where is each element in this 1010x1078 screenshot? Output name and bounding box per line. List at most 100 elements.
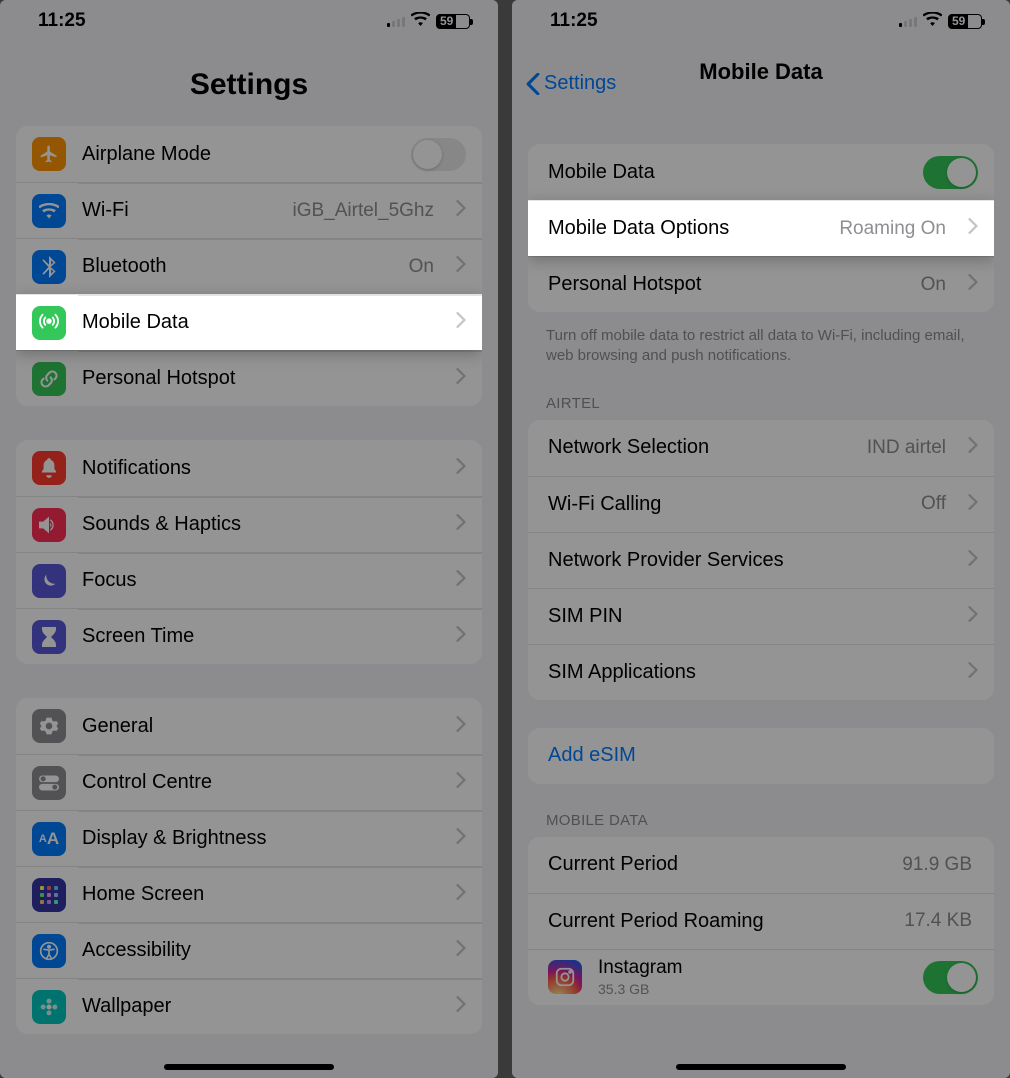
mobile-data-options-row[interactable]: Mobile Data Options Roaming On xyxy=(528,200,994,256)
row-detail: 91.9 GB xyxy=(902,854,972,876)
personal-hotspot-row[interactable]: Personal Hotspot On xyxy=(528,256,994,312)
chevron-right-icon xyxy=(968,437,978,458)
chevron-right-icon xyxy=(456,312,466,333)
instagram-icon xyxy=(548,960,582,994)
row-label: Add eSIM xyxy=(548,744,978,767)
airplane-icon xyxy=(32,137,66,171)
row-label: Bluetooth xyxy=(82,255,393,278)
settings-screen: 11:25 59 Settings Airplane Mode Wi-Fi iG… xyxy=(0,0,498,1078)
row-label: Control Centre xyxy=(82,771,440,794)
row-label: Home Screen xyxy=(82,883,440,906)
cell-signal-icon xyxy=(899,15,918,27)
row-detail: Off xyxy=(921,493,946,515)
row-detail: Roaming On xyxy=(839,218,946,240)
carrier-header: AIRTEL xyxy=(512,395,1010,420)
hourglass-icon xyxy=(32,620,66,654)
chevron-right-icon xyxy=(456,884,466,905)
screen-time-row[interactable]: Screen Time xyxy=(16,608,482,664)
wifi-calling-row[interactable]: Wi-Fi Calling Off xyxy=(528,476,994,532)
mobile-data-row[interactable]: Mobile Data xyxy=(16,294,482,350)
wifi-icon xyxy=(32,194,66,228)
chevron-right-icon xyxy=(456,626,466,647)
home-indicator[interactable] xyxy=(676,1064,846,1070)
row-label: Current Period Roaming xyxy=(548,910,888,933)
esim-group: Add eSIM xyxy=(528,728,994,784)
mobile-data-toggle-row[interactable]: Mobile Data xyxy=(528,144,994,200)
row-label: General xyxy=(82,715,440,738)
sounds-row[interactable]: Sounds & Haptics xyxy=(16,496,482,552)
notifications-group: Notifications Sounds & Haptics Focus Scr… xyxy=(16,440,482,664)
battery-icon: 59 xyxy=(436,14,470,29)
row-label: Current Period xyxy=(548,853,886,876)
mobile-data-group: Mobile Data Mobile Data Options Roaming … xyxy=(528,144,994,312)
sim-pin-row[interactable]: SIM PIN xyxy=(528,588,994,644)
app-toggle[interactable] xyxy=(923,961,978,994)
chevron-right-icon xyxy=(456,200,466,221)
back-label: Settings xyxy=(544,72,616,95)
personal-hotspot-row[interactable]: Personal Hotspot xyxy=(16,350,482,406)
general-group: General Control Centre AA Display & Brig… xyxy=(16,698,482,1034)
gear-icon xyxy=(32,709,66,743)
row-detail: On xyxy=(921,274,946,296)
speaker-icon xyxy=(32,508,66,542)
row-label: Mobile Data xyxy=(548,161,907,184)
sim-applications-row[interactable]: SIM Applications xyxy=(528,644,994,700)
airplane-mode-row[interactable]: Airplane Mode xyxy=(16,126,482,182)
row-label: Airplane Mode xyxy=(82,143,395,166)
display-brightness-row[interactable]: AA Display & Brightness xyxy=(16,810,482,866)
home-indicator[interactable] xyxy=(164,1064,334,1070)
carrier-group: Network Selection IND airtel Wi-Fi Calli… xyxy=(528,420,994,700)
cell-signal-icon xyxy=(387,15,406,27)
status-bar: 11:25 59 xyxy=(0,0,498,38)
mobile-data-toggle[interactable] xyxy=(923,156,978,189)
chevron-right-icon xyxy=(968,494,978,515)
add-esim-row[interactable]: Add eSIM xyxy=(528,728,994,784)
row-label: Display & Brightness xyxy=(82,827,440,850)
bluetooth-row[interactable]: Bluetooth On xyxy=(16,238,482,294)
row-label: Wi-Fi xyxy=(82,199,276,222)
network-selection-row[interactable]: Network Selection IND airtel xyxy=(528,420,994,476)
notifications-row[interactable]: Notifications xyxy=(16,440,482,496)
row-label: SIM Applications xyxy=(548,661,952,684)
flower-icon xyxy=(32,990,66,1024)
switches-icon xyxy=(32,766,66,800)
status-time: 11:25 xyxy=(550,10,598,32)
chevron-right-icon xyxy=(968,274,978,295)
usage-header: MOBILE DATA xyxy=(512,812,1010,837)
network-provider-services-row[interactable]: Network Provider Services xyxy=(528,532,994,588)
app-grid-icon xyxy=(32,878,66,912)
chevron-right-icon xyxy=(456,772,466,793)
control-centre-row[interactable]: Control Centre xyxy=(16,754,482,810)
bluetooth-icon xyxy=(32,250,66,284)
focus-row[interactable]: Focus xyxy=(16,552,482,608)
row-label: Accessibility xyxy=(82,939,440,962)
chevron-right-icon xyxy=(456,716,466,737)
connectivity-group: Airplane Mode Wi-Fi iGB_Airtel_5Ghz Blue… xyxy=(16,126,482,406)
current-period-roaming-row[interactable]: Current Period Roaming 17.4 KB xyxy=(528,893,994,949)
chevron-right-icon xyxy=(968,662,978,683)
usage-group: Current Period 91.9 GB Current Period Ro… xyxy=(528,837,994,1005)
chevron-right-icon xyxy=(456,828,466,849)
link-icon xyxy=(32,362,66,396)
accessibility-row[interactable]: Accessibility xyxy=(16,922,482,978)
back-button[interactable]: Settings xyxy=(526,72,616,95)
current-period-row[interactable]: Current Period 91.9 GB xyxy=(528,837,994,893)
home-screen-row[interactable]: Home Screen xyxy=(16,866,482,922)
wifi-row[interactable]: Wi-Fi iGB_Airtel_5Ghz xyxy=(16,182,482,238)
wallpaper-row[interactable]: Wallpaper xyxy=(16,978,482,1034)
page-title: Settings xyxy=(0,38,498,126)
row-label: Network Selection xyxy=(548,436,851,459)
chevron-right-icon xyxy=(456,514,466,535)
general-row[interactable]: General xyxy=(16,698,482,754)
row-label: Mobile Data xyxy=(82,311,440,334)
bell-icon xyxy=(32,451,66,485)
app-name: Instagram xyxy=(598,957,907,979)
row-label: Personal Hotspot xyxy=(82,367,440,390)
app-usage-row[interactable]: Instagram 35.3 GB xyxy=(528,949,994,1005)
airplane-toggle[interactable] xyxy=(411,138,466,171)
chevron-right-icon xyxy=(456,996,466,1017)
mobile-data-screen: 11:25 59 Settings Mobile Data Mobile Dat… xyxy=(512,0,1010,1078)
chevron-right-icon xyxy=(456,368,466,389)
row-label: Notifications xyxy=(82,457,440,480)
group-footer: Turn off mobile data to restrict all dat… xyxy=(512,316,1010,367)
